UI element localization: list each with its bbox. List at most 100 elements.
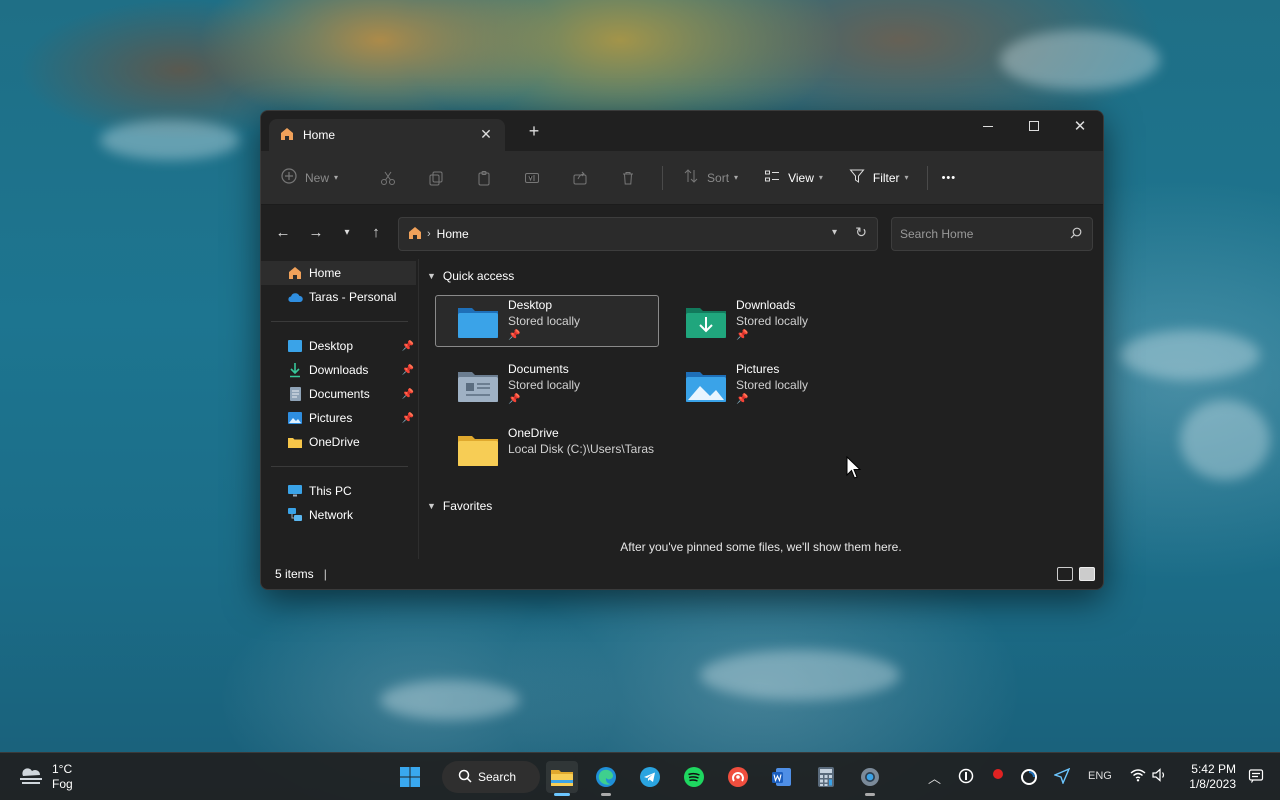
cloud-icon xyxy=(287,289,303,305)
section-title: Quick access xyxy=(442,269,515,283)
more-options-button[interactable]: ••• xyxy=(942,162,957,194)
tiles-view-icon[interactable] xyxy=(1079,567,1095,581)
maximize-button[interactable] xyxy=(1011,111,1057,141)
settings-gear-icon xyxy=(861,768,879,786)
paste-button[interactable] xyxy=(460,162,508,194)
new-label: New xyxy=(305,170,330,185)
back-button[interactable]: ← xyxy=(271,221,295,243)
taskbar-file-explorer[interactable] xyxy=(546,761,578,796)
pin-icon[interactable]: 📌 xyxy=(402,413,414,424)
address-bar[interactable]: › Home ▾ ↻ xyxy=(398,217,878,251)
desktop-folder-icon xyxy=(458,308,498,338)
weather-widget[interactable]: 1°C Fog xyxy=(18,762,73,792)
quick-access-tile-documents[interactable]: Documents Stored locally 📌 xyxy=(435,359,659,411)
explorer-body: Home Taras - Personal Desktop 📌 Download… xyxy=(261,259,1103,559)
new-button[interactable]: New ▾ xyxy=(281,162,338,194)
close-icon[interactable]: ✕ xyxy=(477,126,495,143)
sort-button[interactable]: Sort ▾ xyxy=(683,162,738,194)
calculator-icon xyxy=(818,767,834,787)
quick-access-header[interactable]: ▼ Quick access xyxy=(427,269,514,283)
file-explorer-icon xyxy=(551,770,573,786)
sidebar-item-downloads[interactable]: Downloads 📌 xyxy=(261,358,418,382)
search-box[interactable] xyxy=(891,217,1093,251)
clock[interactable]: 5:42 PM 1/8/2023 xyxy=(1189,762,1236,792)
search-icon[interactable] xyxy=(1070,227,1082,242)
sidebar-item-home[interactable]: Home xyxy=(261,261,416,285)
sidebar-divider xyxy=(271,466,408,467)
taskbar-edge[interactable] xyxy=(590,761,622,796)
status-bar: 5 items | xyxy=(261,559,1103,589)
refresh-icon[interactable]: ↻ xyxy=(855,224,867,241)
location-arrow-icon[interactable] xyxy=(1053,767,1071,787)
cut-button[interactable] xyxy=(364,162,412,194)
breadcrumb-chevron-icon[interactable]: › xyxy=(427,228,431,240)
sidebar-item-this-pc[interactable]: This PC xyxy=(261,479,418,503)
sidebar-item-onedrive[interactable]: OneDrive xyxy=(261,430,418,454)
tray-app-icon[interactable] xyxy=(958,768,974,787)
picture-icon xyxy=(287,410,303,426)
show-hidden-icons-chevron-icon[interactable]: ︿ xyxy=(928,768,941,787)
details-view-icon[interactable] xyxy=(1057,567,1073,581)
recent-locations-button[interactable]: ▾ xyxy=(335,221,359,243)
language-indicator[interactable]: ENG xyxy=(1088,770,1112,782)
toolbar-divider xyxy=(662,165,664,190)
chevron-down-icon[interactable]: ▾ xyxy=(832,227,837,238)
taskbar-search-label: Search xyxy=(478,770,517,784)
taskbar-telegram[interactable] xyxy=(634,761,666,793)
tile-name: OneDrive xyxy=(508,426,559,440)
quick-access-tile-downloads[interactable]: Downloads Stored locally 📌 xyxy=(663,295,887,347)
pin-icon[interactable]: 📌 xyxy=(402,341,414,352)
new-tab-button[interactable]: + xyxy=(523,121,545,142)
taskbar-settings[interactable] xyxy=(854,761,886,796)
delete-button[interactable] xyxy=(604,162,652,194)
content-pane: ▼ Quick access Desktop Stored locally 📌 … xyxy=(419,259,1103,559)
copy-button[interactable] xyxy=(412,162,460,194)
record-icon[interactable] xyxy=(992,768,1004,783)
volume-icon[interactable] xyxy=(1152,768,1168,785)
breadcrumb[interactable]: Home xyxy=(437,227,469,241)
plus-circle-icon xyxy=(281,168,297,187)
sidebar-item-onedrive-personal[interactable]: Taras - Personal xyxy=(261,285,418,309)
taskbar-search[interactable]: Search xyxy=(442,761,540,793)
search-input[interactable] xyxy=(900,227,1060,241)
maximize-icon xyxy=(1029,121,1039,131)
sidebar-item-documents[interactable]: Documents 📌 xyxy=(261,382,418,406)
download-icon xyxy=(287,362,303,378)
tab-home[interactable]: Home ✕ xyxy=(269,119,505,151)
sync-icon[interactable] xyxy=(1020,768,1038,789)
sidebar-item-pictures[interactable]: Pictures 📌 xyxy=(261,406,418,430)
rename-button[interactable] xyxy=(508,162,556,194)
quick-access-tile-desktop[interactable]: Desktop Stored locally 📌 xyxy=(435,295,659,347)
pin-icon[interactable]: 📌 xyxy=(402,365,414,376)
desktop-icon xyxy=(287,338,303,354)
quick-access-tile-onedrive[interactable]: OneDrive Local Disk (C:)\Users\Taras xyxy=(435,423,659,475)
sidebar-item-network[interactable]: Network xyxy=(261,503,418,527)
rename-icon xyxy=(525,172,540,183)
running-indicator xyxy=(601,793,611,796)
taskbar-calculator[interactable] xyxy=(810,761,842,793)
notification-icon[interactable] xyxy=(1248,768,1264,787)
minimize-button[interactable] xyxy=(965,111,1011,141)
start-button[interactable] xyxy=(394,761,426,793)
taskbar-spotify[interactable] xyxy=(678,761,710,793)
share-button[interactable] xyxy=(556,162,604,194)
weather-temperature: 1°C xyxy=(52,762,73,776)
sidebar-item-desktop[interactable]: Desktop 📌 xyxy=(261,334,418,358)
taskbar: 1°C Fog Search ︿ ENG 5:42 PM 1/8/2023 xyxy=(0,752,1280,800)
quick-access-tile-pictures[interactable]: Pictures Stored locally 📌 xyxy=(663,359,887,411)
forward-button[interactable]: → xyxy=(304,221,328,243)
window-close-button[interactable]: ✕ xyxy=(1057,111,1103,141)
pin-icon[interactable]: 📌 xyxy=(402,389,414,400)
tile-subtitle: Local Disk (C:)\Users\Taras xyxy=(508,442,655,456)
up-button[interactable]: ↑ xyxy=(364,221,388,243)
minimize-icon xyxy=(983,125,993,127)
wifi-icon[interactable] xyxy=(1130,768,1146,785)
filter-button[interactable]: Filter ▾ xyxy=(849,162,909,194)
file-explorer-window: Home ✕ + ✕ New ▾ Sort ▾ View ▾ Filter ▾ … xyxy=(260,110,1104,590)
view-button[interactable]: View ▾ xyxy=(764,162,823,194)
tile-name: Pictures xyxy=(736,362,780,376)
taskbar-app-red[interactable] xyxy=(722,761,754,793)
taskbar-word[interactable] xyxy=(766,761,798,793)
favorites-header[interactable]: ▼ Favorites xyxy=(427,499,492,513)
sidebar-item-label: Network xyxy=(309,508,354,522)
